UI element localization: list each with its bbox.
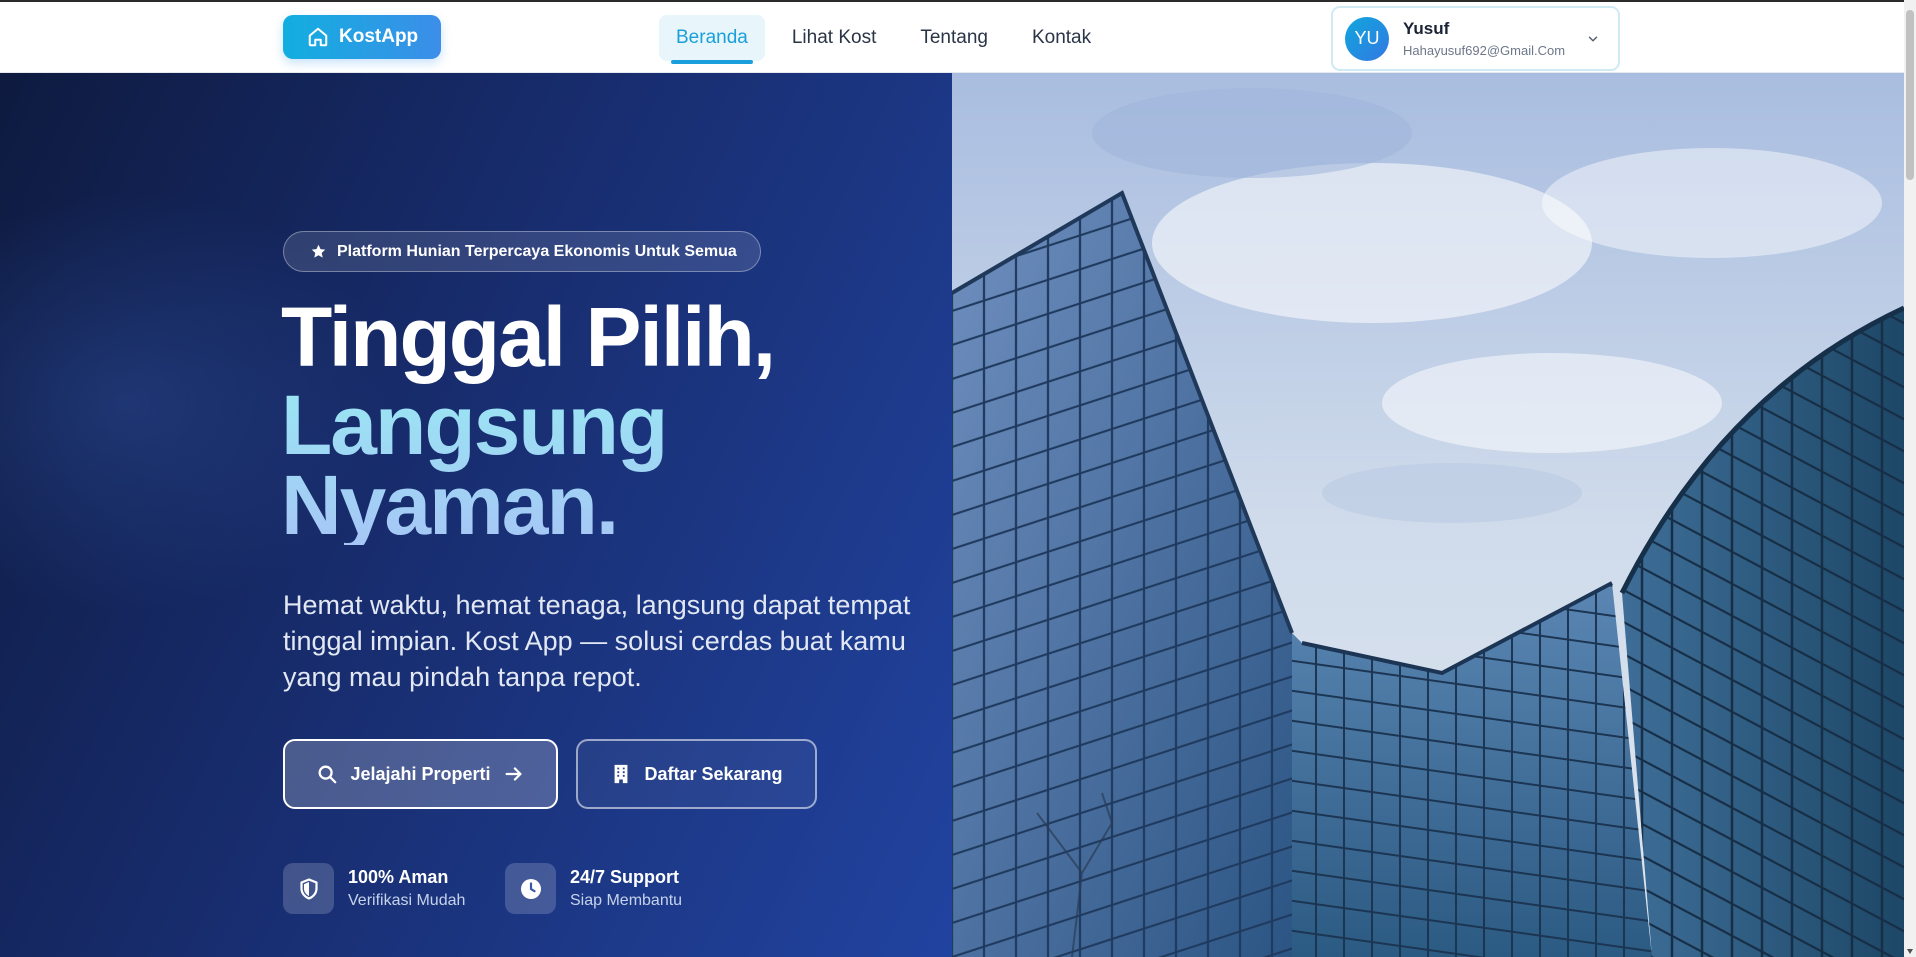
nav-item-beranda[interactable]: Beranda (659, 15, 765, 64)
feature-icon-box (283, 863, 334, 914)
search-icon (318, 765, 337, 784)
user-name: Yusuf (1403, 19, 1450, 38)
top-navbar: KostApp Beranda Lihat Kost Tentang Konta… (0, 2, 1904, 73)
glass-buildings-illustration (952, 73, 1904, 957)
register-now-button[interactable]: Daftar Sekarang (576, 739, 817, 809)
arrow-right-icon (505, 767, 522, 781)
star-icon (311, 244, 326, 258)
feature-title: 24/7 Support (570, 867, 680, 887)
scrollbar-thumb[interactable] (1906, 10, 1914, 180)
register-now-label: Daftar Sekarang (644, 763, 783, 784)
feature-title: 100% Aman (348, 867, 449, 887)
shield-icon (299, 877, 318, 900)
user-info: Yusuf Hahayusuf692@Gmail.Com (1403, 19, 1565, 58)
hero-building-image (952, 73, 1904, 957)
feature-subtitle: Verifikasi Mudah (348, 892, 466, 909)
hero-title-line-1: Tinggal Pilih, (281, 290, 776, 384)
user-menu-button[interactable]: YU Yusuf Hahayusuf692@Gmail.Com (1331, 6, 1620, 71)
explore-properties-button[interactable]: Jelajahi Properti (283, 739, 558, 809)
nav-item-label: Beranda (676, 27, 748, 48)
hero-badge-text: Platform Hunian Terpercaya Ekonomis Untu… (337, 242, 737, 260)
clock-icon (520, 878, 541, 899)
hero-section: Platform Hunian Terpercaya Ekonomis Untu… (0, 73, 952, 957)
main-nav: Beranda Lihat Kost Tentang Kontak (659, 15, 1118, 64)
brand-name: KostApp (339, 26, 419, 47)
chevron-down-icon (1588, 36, 1598, 42)
nav-item-kontak[interactable]: Kontak (1015, 15, 1108, 61)
home-icon (308, 27, 328, 47)
brand-logo-button[interactable]: KostApp (283, 15, 441, 59)
feature-security: 100% Aman Verifikasi Mudah (283, 863, 465, 914)
nav-item-label: Kontak (1031, 27, 1092, 48)
nav-item-lihat-kost[interactable]: Lihat Kost (775, 15, 894, 61)
nav-item-label: Tentang (920, 27, 988, 48)
scroll-down-arrow-icon[interactable] (1907, 949, 1913, 954)
avatar: YU (1345, 16, 1389, 61)
feature-subtitle: Siap Membantu (570, 892, 683, 909)
nav-item-label: Lihat Kost (791, 27, 877, 48)
feature-support: 24/7 Support Siap Membantu (505, 863, 682, 914)
hero-description: Hemat waktu, hemat tenaga, langsung dapa… (283, 590, 911, 692)
user-email: Hahayusuf692@Gmail.Com (1403, 43, 1566, 58)
nav-item-tentang[interactable]: Tentang (903, 15, 1005, 61)
hero-badge: Platform Hunian Terpercaya Ekonomis Untu… (283, 231, 761, 272)
hero-title-line-2: Langsung Nyaman. (281, 383, 881, 547)
explore-properties-label: Jelajahi Properti (350, 763, 491, 784)
building-icon (615, 764, 628, 784)
feature-icon-box (505, 863, 556, 914)
page-scrollbar[interactable] (1904, 0, 1916, 957)
